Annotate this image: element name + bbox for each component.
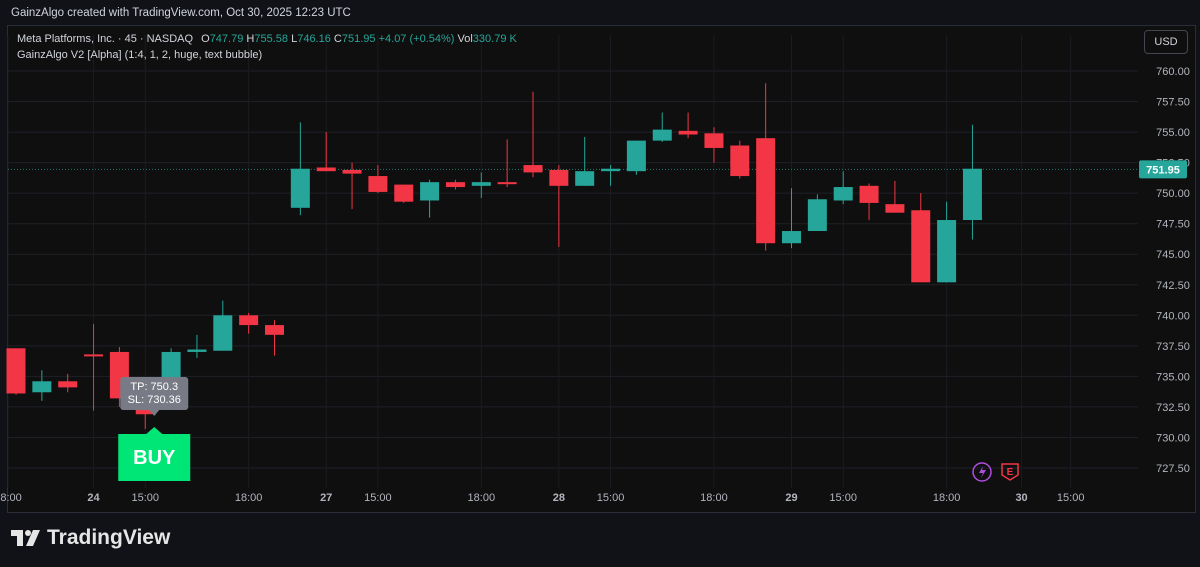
candle-body-down bbox=[497, 182, 517, 185]
signal-layer: TP: 750.3SL: 730.36 BUY bbox=[118, 377, 191, 481]
price-chart[interactable]: 760.00757.50755.00752.50750.00747.50745.… bbox=[0, 0, 1200, 567]
candle-body-up bbox=[290, 168, 310, 208]
price-tick-label: 760.00 bbox=[1156, 66, 1190, 78]
candle-body-up bbox=[213, 315, 233, 351]
candle-body-up bbox=[575, 171, 595, 186]
time-tick-label: 18:00 bbox=[468, 492, 496, 504]
currency-button[interactable]: USD bbox=[1144, 30, 1188, 54]
price-tick-label: 732.50 bbox=[1156, 402, 1190, 414]
legend-ohlc: Meta Platforms, Inc. · 45 · NASDAQ O747.… bbox=[17, 33, 517, 45]
legend-open-label: O bbox=[201, 33, 210, 45]
candle-body-down bbox=[58, 381, 78, 388]
price-tick-label: 750.00 bbox=[1156, 188, 1190, 200]
candle-body-down bbox=[756, 138, 776, 244]
legend-close-label: C bbox=[333, 33, 342, 45]
time-axis: 18:00 24 15:00 18:00 27 15:00 18:00 28 15:00 18:0… bbox=[0, 492, 1084, 504]
candle-body-up bbox=[420, 182, 440, 201]
time-tick-label: 18:00 bbox=[235, 492, 263, 504]
grid-layer bbox=[7, 35, 1138, 488]
time-tick-label: 24 bbox=[87, 492, 100, 504]
candle-body-down bbox=[239, 315, 259, 326]
candle-body-down bbox=[678, 130, 698, 135]
last-price-label: 751.95 bbox=[1146, 164, 1180, 176]
price-tick-label: 735.00 bbox=[1156, 371, 1190, 383]
legend-close-value: 751.95 bbox=[341, 33, 376, 45]
candle-body-down bbox=[316, 167, 336, 172]
tradingview-logo-icon bbox=[11, 530, 40, 546]
candle-body-up bbox=[807, 199, 827, 232]
candle-body-up bbox=[32, 381, 52, 393]
candle-body-down bbox=[730, 145, 750, 177]
candle-body-up bbox=[833, 187, 853, 201]
candle-body-down bbox=[265, 325, 284, 335]
candle-body-up bbox=[782, 231, 801, 244]
time-tick-label: 15:00 bbox=[597, 492, 625, 504]
legend-vol-value: 330.79 K bbox=[472, 33, 517, 45]
price-tick-label: 747.50 bbox=[1156, 219, 1190, 231]
legend-change: +4.07 (+0.54%) bbox=[378, 33, 455, 45]
time-tick-label: 18:00 bbox=[700, 492, 728, 504]
candle-body-up bbox=[652, 129, 672, 141]
candle-body-down bbox=[342, 169, 362, 174]
price-tick-label: 740.00 bbox=[1156, 310, 1190, 322]
tradingview-logo[interactable]: TradingView bbox=[11, 526, 170, 550]
earnings-e-icon[interactable]: E bbox=[1001, 463, 1019, 481]
candle-body-up bbox=[187, 349, 207, 352]
candle-body-down bbox=[549, 169, 569, 186]
candle-body-down bbox=[84, 354, 104, 357]
last-price-tag-group: 751.95 bbox=[1139, 160, 1187, 179]
candle-body-up bbox=[937, 220, 957, 283]
price-tick-label: 727.50 bbox=[1156, 463, 1190, 475]
candle-body-down bbox=[368, 176, 388, 192]
lightning-circle-icon[interactable] bbox=[972, 462, 992, 482]
candle-body-up bbox=[962, 168, 982, 221]
price-tick-label: 755.00 bbox=[1156, 127, 1190, 139]
price-tick-label: 730.00 bbox=[1156, 432, 1190, 444]
price-tick-label: 745.00 bbox=[1156, 249, 1190, 261]
candle-body-up bbox=[471, 182, 491, 186]
candle-body-up bbox=[626, 140, 646, 172]
time-tick-label: 27 bbox=[320, 492, 332, 504]
sl-label: SL: 730.36 bbox=[128, 394, 181, 406]
time-tick-label: 29 bbox=[785, 492, 797, 504]
tp-label: TP: 750.3 bbox=[130, 381, 178, 393]
legend-high-value: 755.58 bbox=[254, 33, 289, 45]
price-tick-label: 737.50 bbox=[1156, 341, 1190, 353]
time-tick-label: 15:00 bbox=[364, 492, 392, 504]
price-tick-label: 742.50 bbox=[1156, 280, 1190, 292]
candle-body-down bbox=[911, 210, 931, 283]
tradingview-logo-text: TradingView bbox=[47, 526, 171, 549]
time-tick-label: 18:00 bbox=[0, 492, 22, 504]
candle-body-down bbox=[445, 182, 465, 188]
candle-body-down bbox=[523, 165, 543, 173]
time-tick-label: 28 bbox=[553, 492, 565, 504]
candle-body-down bbox=[885, 204, 905, 213]
legend-open-value: 747.79 bbox=[209, 33, 244, 45]
candle-body-down bbox=[6, 348, 26, 394]
time-tick-label: 15:00 bbox=[1057, 492, 1085, 504]
candle-body-down bbox=[704, 133, 724, 148]
price-axis: 760.00757.50755.00752.50750.00747.50745.… bbox=[1156, 66, 1190, 475]
buy-signal-label: BUY bbox=[133, 447, 176, 469]
legend-low-value: 746.16 bbox=[297, 33, 331, 45]
legend-symbol: Meta Platforms, Inc. · 45 · NASDAQ bbox=[17, 33, 194, 45]
time-tick-label: 18:00 bbox=[933, 492, 961, 504]
time-tick-label: 30 bbox=[1015, 492, 1027, 504]
candle-body-down bbox=[859, 185, 879, 203]
candle-body-up bbox=[601, 168, 621, 172]
time-tick-label: 15:00 bbox=[131, 492, 159, 504]
svg-text:E: E bbox=[1007, 467, 1014, 478]
legend-vol-label: Vol bbox=[457, 33, 473, 45]
legend-indicator[interactable]: GainzAlgo V2 [Alpha] (1:4, 1, 2, huge, t… bbox=[17, 49, 262, 61]
time-tick-label: 15:00 bbox=[829, 492, 857, 504]
price-tick-label: 757.50 bbox=[1156, 97, 1190, 109]
candle-body-down bbox=[394, 184, 414, 202]
